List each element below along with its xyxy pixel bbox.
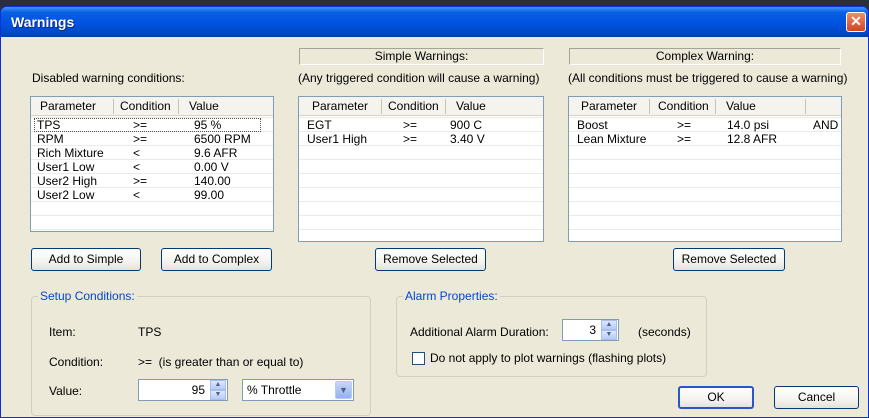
cell-parameter: RPM	[37, 132, 64, 146]
unit-select[interactable]: % Throttle ▼	[242, 379, 354, 401]
value-spinner[interactable]: ▲ ▼	[210, 380, 226, 400]
remove-selected-simple-button[interactable]: Remove Selected	[375, 248, 486, 271]
chevron-down-icon[interactable]: ▼	[335, 381, 352, 399]
cell-condition: >=	[677, 118, 692, 132]
table-row[interactable]: EGT >= 900 C	[299, 118, 543, 132]
cell-condition: <	[133, 160, 141, 174]
col-condition[interactable]: Condition	[388, 99, 439, 113]
disabled-list-header: Parameter Condition Value	[31, 97, 273, 116]
cell-value: 12.8 AFR	[727, 132, 778, 146]
cell-parameter: EGT	[307, 118, 332, 132]
cell-condition: >=	[677, 132, 692, 146]
cell-parameter: Lean Mixture	[577, 132, 647, 146]
alarm-duration-field[interactable]: 3	[589, 320, 596, 340]
cell-value: 140.00	[194, 174, 231, 188]
col-condition[interactable]: Condition	[658, 99, 709, 113]
cell-value: 3.40 V	[450, 132, 485, 146]
value-field[interactable]: 95	[192, 380, 205, 400]
cell-parameter: User1 Low	[37, 160, 95, 174]
disabled-label: Disabled warning conditions:	[32, 71, 185, 85]
cancel-button[interactable]: Cancel	[774, 386, 859, 409]
alarm-properties-group: Alarm Properties: Additional Alarm Durat…	[396, 289, 707, 377]
cell-condition: <	[133, 146, 141, 160]
add-to-simple-button[interactable]: Add to Simple	[31, 248, 141, 271]
simple-warnings-subtitle: (Any triggered condition will cause a wa…	[298, 71, 540, 85]
setup-conditions-legend: Setup Conditions:	[38, 289, 137, 303]
table-row[interactable]: TPS >= 95 %	[31, 118, 273, 132]
cell-value: 14.0 psi	[727, 118, 770, 132]
table-row[interactable]: Lean Mixture >= 12.8 AFR	[569, 132, 841, 146]
cell-value: 99.00	[194, 188, 225, 202]
window-title: Warnings	[11, 14, 75, 30]
cell-condition: >=	[133, 174, 148, 188]
complex-warning-header: Complex Warning:	[569, 48, 841, 65]
col-value[interactable]: Value	[189, 99, 219, 113]
alarm-duration-spinner[interactable]: ▲ ▼	[601, 320, 617, 340]
cell-condition: <	[133, 188, 141, 202]
cell-value: 0.00 V	[194, 160, 229, 174]
cell-value: 9.6 AFR	[194, 146, 238, 160]
col-condition[interactable]: Condition	[120, 99, 171, 113]
warnings-dialog: Warnings ✕ Disabled warning conditions: …	[0, 6, 869, 418]
spin-up-icon[interactable]: ▲	[601, 320, 617, 330]
cell-condition: >=	[403, 118, 418, 132]
alarm-duration-unit: (seconds)	[638, 325, 691, 339]
alarm-duration-spinbox[interactable]: 3 ▲ ▼	[562, 319, 619, 341]
cell-parameter: User2 Low	[37, 188, 95, 202]
no-plot-warnings-label[interactable]: Do not apply to plot warnings (flashing …	[430, 351, 666, 365]
disabled-list[interactable]: Parameter Condition Value TPS >= 95 % RP…	[30, 96, 274, 232]
item-value: TPS	[138, 325, 162, 339]
simple-warnings-header: Simple Warnings:	[299, 48, 544, 65]
cell-condition: >=	[403, 132, 418, 146]
condition-value: >= (is greater than or equal to)	[138, 355, 304, 369]
col-value[interactable]: Value	[726, 99, 756, 113]
complex-list-header: Parameter Condition Value	[569, 97, 841, 116]
simple-list-header: Parameter Condition Value	[299, 97, 543, 116]
condition-label: Condition:	[49, 355, 104, 369]
setup-conditions-group: Setup Conditions: Item: TPS Condition: >…	[31, 289, 371, 416]
value-spinbox[interactable]: 95 ▲ ▼	[138, 379, 228, 401]
simple-warnings-list[interactable]: Parameter Condition Value EGT >= 900 C U…	[298, 96, 544, 242]
unit-selected: % Throttle	[247, 383, 302, 397]
cell-condition: >=	[133, 132, 148, 146]
spin-down-icon[interactable]: ▼	[210, 390, 226, 400]
no-plot-warnings-checkbox[interactable]	[412, 352, 425, 365]
table-row[interactable]: Rich Mixture < 9.6 AFR	[31, 146, 273, 160]
table-row[interactable]: User2 Low < 99.00	[31, 188, 273, 202]
cell-value: 95 %	[194, 118, 222, 132]
cell-value: 900 C	[450, 118, 483, 132]
alarm-properties-legend: Alarm Properties:	[403, 289, 500, 303]
complex-warning-list[interactable]: Parameter Condition Value Boost >= 14.0 …	[568, 96, 842, 242]
item-label: Item:	[49, 325, 76, 339]
spin-down-icon[interactable]: ▼	[601, 330, 617, 340]
table-row[interactable]: User1 Low < 0.00 V	[31, 160, 273, 174]
add-to-complex-button[interactable]: Add to Complex	[161, 248, 272, 271]
table-row[interactable]: User1 High >= 3.40 V	[299, 132, 543, 146]
value-label: Value:	[49, 384, 83, 398]
cell-parameter: Boost	[577, 118, 608, 132]
spin-up-icon[interactable]: ▲	[210, 380, 226, 390]
remove-selected-complex-button[interactable]: Remove Selected	[673, 248, 785, 271]
cell-parameter: User2 High	[37, 174, 98, 188]
cell-parameter: User1 High	[307, 132, 368, 146]
col-parameter[interactable]: Parameter	[40, 99, 96, 113]
table-row[interactable]: User2 High >= 140.00	[31, 174, 273, 188]
cell-logic: AND	[813, 118, 839, 132]
table-row[interactable]: RPM >= 6500 RPM	[31, 132, 273, 146]
close-icon[interactable]: ✕	[846, 12, 866, 32]
ok-button[interactable]: OK	[678, 386, 754, 409]
table-row[interactable]: Boost >= 14.0 psi AND	[569, 118, 841, 132]
cell-parameter: Rich Mixture	[37, 146, 104, 160]
complex-warning-subtitle: (All conditions must be triggered to cau…	[568, 71, 848, 85]
cell-value: 6500 RPM	[194, 132, 251, 146]
cell-condition: >=	[133, 118, 148, 132]
cell-parameter: TPS	[37, 118, 61, 132]
alarm-duration-label: Additional Alarm Duration:	[410, 325, 549, 339]
col-value[interactable]: Value	[456, 99, 486, 113]
title-bar[interactable]: Warnings ✕	[1, 7, 868, 37]
col-parameter[interactable]: Parameter	[581, 99, 637, 113]
col-parameter[interactable]: Parameter	[312, 99, 368, 113]
